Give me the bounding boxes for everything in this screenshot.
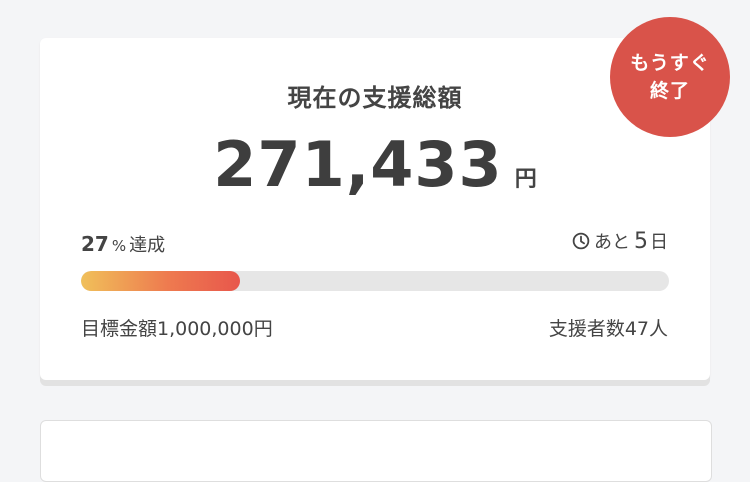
achievement-label: 達成 xyxy=(129,235,166,256)
remaining-time: あと 5 日 xyxy=(572,228,668,254)
achievement-rate: 27 % 達成 xyxy=(81,231,165,257)
remaining-days: 5 xyxy=(634,228,648,254)
achievement-number: 27 xyxy=(81,232,109,256)
progress-bar-fill xyxy=(81,271,240,291)
funding-summary-card: 現在の支援総額 271,433 円 27 % 達成 あと 5 日 目標金額1,0… xyxy=(40,38,710,380)
clock-icon xyxy=(572,232,590,250)
goal-amount: 目標金額1,000,000円 xyxy=(81,318,273,340)
remaining-unit: 日 xyxy=(650,232,668,253)
total-amount: 271,433 xyxy=(213,128,503,201)
remaining-prefix: あと xyxy=(594,232,630,253)
percent-sign: % xyxy=(111,237,127,255)
ending-soon-badge: もうすぐ 終了 xyxy=(610,17,730,137)
badge-line-2: 終了 xyxy=(649,80,690,102)
next-card xyxy=(40,420,712,482)
currency-unit: 円 xyxy=(514,167,537,192)
badge-line-1: もうすぐ xyxy=(630,52,710,74)
amount-row: 271,433 円 xyxy=(40,128,710,201)
progress-bar xyxy=(81,271,669,291)
supporter-count: 支援者数47人 xyxy=(548,318,668,340)
